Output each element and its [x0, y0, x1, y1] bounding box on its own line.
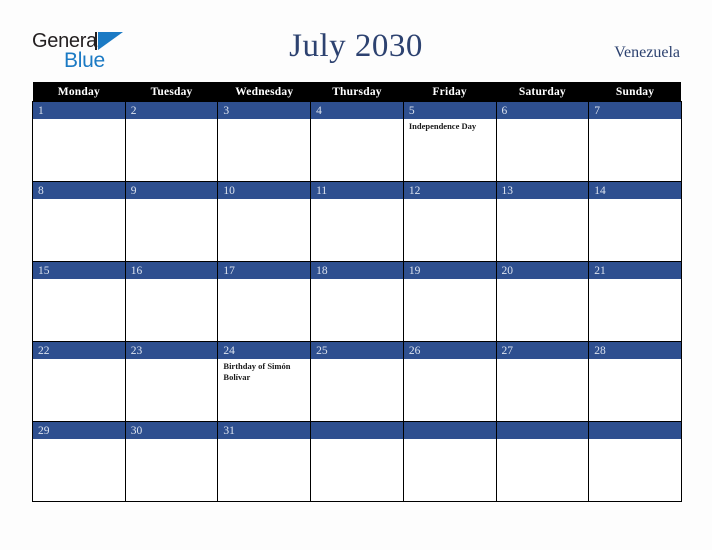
week-body-row: Independence Day	[32, 119, 682, 182]
day-number[interactable]: 8	[32, 181, 126, 199]
day-number[interactable]: 14	[588, 181, 682, 199]
week-date-row: 22 23 24 25 26 27 28	[32, 341, 682, 359]
week-date-row: 8 9 10 11 12 13 14	[32, 181, 682, 199]
day-number[interactable]: 28	[588, 341, 682, 359]
weekday-header-saturday: Saturday	[496, 82, 589, 102]
day-cell[interactable]	[310, 199, 404, 262]
day-number-empty	[402, 421, 497, 439]
day-cell[interactable]	[588, 439, 682, 502]
day-number[interactable]: 22	[32, 341, 126, 359]
day-number-empty	[310, 421, 404, 439]
day-cell[interactable]	[32, 279, 126, 342]
week-body-row: Birthday of Simón Bolívar	[32, 359, 682, 422]
weekday-header-monday: Monday	[32, 82, 126, 102]
day-number[interactable]: 11	[310, 181, 404, 199]
day-cell[interactable]	[124, 119, 219, 182]
day-number[interactable]: 25	[310, 341, 404, 359]
day-number[interactable]: 30	[124, 421, 219, 439]
day-cell[interactable]	[217, 199, 312, 262]
day-number[interactable]: 29	[32, 421, 126, 439]
day-number[interactable]: 15	[32, 261, 126, 279]
day-cell[interactable]	[217, 279, 312, 342]
day-number[interactable]: 16	[124, 261, 219, 279]
day-cell[interactable]: Birthday of Simón Bolívar	[217, 359, 312, 422]
day-cell[interactable]	[310, 279, 404, 342]
country-label: Venezuela	[614, 44, 680, 61]
day-cell[interactable]	[402, 199, 497, 262]
day-cell[interactable]	[124, 279, 219, 342]
day-cell[interactable]	[32, 199, 126, 262]
day-cell[interactable]	[402, 439, 497, 502]
day-cell[interactable]	[310, 359, 404, 422]
calendar-header: General Blue July 2030 Venezuela	[0, 0, 712, 82]
day-number[interactable]: 1	[32, 101, 126, 119]
day-cell[interactable]	[217, 439, 312, 502]
day-number[interactable]: 20	[495, 261, 590, 279]
week-date-row: 29 30 31	[32, 421, 682, 439]
day-cell[interactable]	[495, 279, 590, 342]
day-cell[interactable]	[124, 439, 219, 502]
day-cell[interactable]	[495, 359, 590, 422]
day-cell[interactable]: Independence Day	[402, 119, 497, 182]
weekday-header-tuesday: Tuesday	[125, 82, 218, 102]
day-cell[interactable]	[310, 439, 404, 502]
day-number[interactable]: 12	[402, 181, 497, 199]
day-number[interactable]: 18	[310, 261, 404, 279]
day-number[interactable]: 6	[495, 101, 590, 119]
weekday-header-friday: Friday	[403, 82, 497, 102]
day-number-empty	[588, 421, 682, 439]
day-number[interactable]: 10	[217, 181, 312, 199]
day-cell[interactable]	[310, 119, 404, 182]
day-number-empty	[495, 421, 590, 439]
weekday-header-thursday: Thursday	[310, 82, 404, 102]
day-cell[interactable]	[588, 359, 682, 422]
day-cell[interactable]	[402, 279, 497, 342]
day-number[interactable]: 9	[124, 181, 219, 199]
holiday-event-label: Independence Day	[408, 121, 477, 131]
day-number[interactable]: 13	[495, 181, 590, 199]
weekday-header-wednesday: Wednesday	[217, 82, 311, 102]
day-cell[interactable]	[588, 279, 682, 342]
day-number[interactable]: 5	[402, 101, 497, 119]
week-date-row: 15 16 17 18 19 20 21	[32, 261, 682, 279]
day-cell[interactable]	[495, 199, 590, 262]
week-body-row	[32, 199, 682, 262]
day-number[interactable]: 26	[402, 341, 497, 359]
calendar-grid: Monday Tuesday Wednesday Thursday Friday…	[32, 82, 682, 502]
week-body-row	[32, 279, 682, 342]
day-number[interactable]: 7	[588, 101, 682, 119]
day-number[interactable]: 24	[217, 341, 312, 359]
day-cell[interactable]	[588, 119, 682, 182]
day-cell[interactable]	[588, 199, 682, 262]
day-cell[interactable]	[402, 359, 497, 422]
day-cell[interactable]	[124, 199, 219, 262]
day-number[interactable]: 2	[124, 101, 219, 119]
weekday-header-sunday: Sunday	[588, 82, 682, 102]
day-cell[interactable]	[495, 119, 590, 182]
week-body-row	[32, 439, 682, 502]
day-number[interactable]: 17	[217, 261, 312, 279]
day-cell[interactable]	[495, 439, 590, 502]
day-cell[interactable]	[32, 359, 126, 422]
day-number[interactable]: 23	[124, 341, 219, 359]
day-cell[interactable]	[32, 439, 126, 502]
day-cell[interactable]	[32, 119, 126, 182]
day-number[interactable]: 27	[495, 341, 590, 359]
week-date-row: 1234567	[32, 101, 682, 119]
day-number[interactable]: 21	[588, 261, 682, 279]
holiday-event-label: Birthday of Simón Bolívar	[223, 361, 291, 382]
day-number[interactable]: 19	[402, 261, 497, 279]
day-number[interactable]: 4	[310, 101, 404, 119]
page-title: July 2030	[289, 28, 423, 64]
weekday-header-row: Monday Tuesday Wednesday Thursday Friday…	[32, 82, 682, 102]
day-number[interactable]: 31	[217, 421, 312, 439]
day-cell[interactable]	[124, 359, 219, 422]
day-cell[interactable]	[217, 119, 312, 182]
day-number[interactable]: 3	[217, 101, 312, 119]
